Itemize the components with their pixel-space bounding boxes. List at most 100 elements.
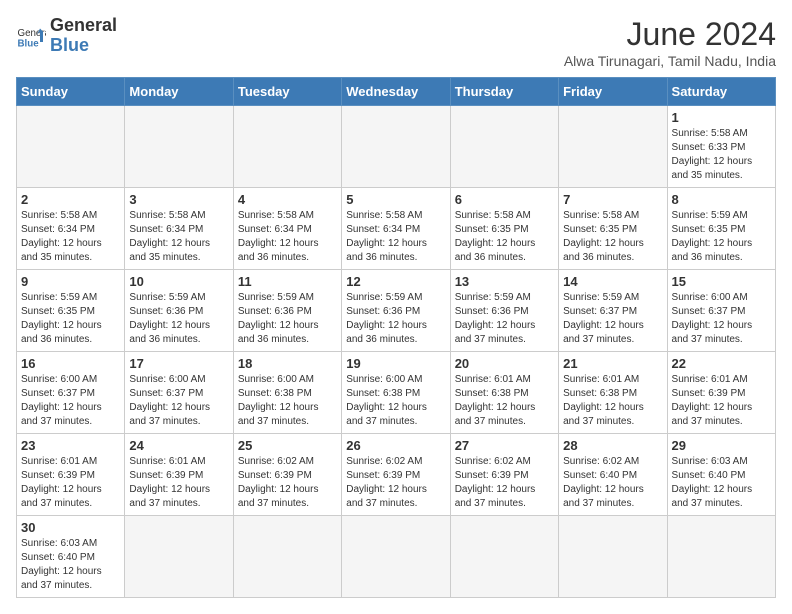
calendar-cell bbox=[450, 516, 558, 598]
day-number: 4 bbox=[238, 192, 337, 207]
calendar-cell: 25 Sunrise: 6:02 AM Sunset: 6:39 PM Dayli… bbox=[233, 434, 341, 516]
calendar-cell bbox=[342, 516, 450, 598]
calendar-cell bbox=[125, 516, 233, 598]
calendar-title: June 2024 bbox=[564, 16, 776, 53]
weekday-header-friday: Friday bbox=[559, 78, 667, 106]
day-info: Sunrise: 6:03 AM Sunset: 6:40 PM Dayligh… bbox=[21, 537, 120, 593]
day-number: 1 bbox=[672, 110, 771, 125]
weekday-header-row: SundayMondayTuesdayWednesdayThursdayFrid… bbox=[17, 78, 776, 106]
day-number: 15 bbox=[672, 274, 771, 289]
day-info: Sunrise: 5:58 AM Sunset: 6:34 PM Dayligh… bbox=[21, 209, 120, 265]
title-area: June 2024 Alwa Tirunagari, Tamil Nadu, I… bbox=[564, 16, 776, 69]
calendar-cell: 22Sunrise: 6:01 AM Sunset: 6:39 PM Dayli… bbox=[667, 352, 775, 434]
day-number: 10 bbox=[129, 274, 228, 289]
logo-icon: General Blue bbox=[16, 21, 46, 51]
calendar-cell: 19Sunrise: 6:00 AM Sunset: 6:38 PM Dayli… bbox=[342, 352, 450, 434]
day-info: Sunrise: 6:01 AM Sunset: 6:39 PM Dayligh… bbox=[21, 455, 120, 511]
day-info: Sunrise: 5:59 AM Sunset: 6:37 PM Dayligh… bbox=[563, 291, 662, 347]
calendar-cell bbox=[559, 106, 667, 188]
calendar-cell bbox=[125, 106, 233, 188]
day-info: Sunrise: 5:58 AM Sunset: 6:35 PM Dayligh… bbox=[455, 209, 554, 265]
day-info: Sunrise: 6:00 AM Sunset: 6:37 PM Dayligh… bbox=[672, 291, 771, 347]
calendar-cell: 10 Sunrise: 5:59 AM Sunset: 6:36 PM Dayli… bbox=[125, 270, 233, 352]
day-info: Sunrise: 5:59 AM Sunset: 6:36 PM Dayligh… bbox=[346, 291, 445, 347]
calendar-cell bbox=[559, 516, 667, 598]
weekday-header-thursday: Thursday bbox=[450, 78, 558, 106]
calendar-cell bbox=[233, 106, 341, 188]
calendar-cell: 8 Sunrise: 5:59 AM Sunset: 6:35 PM Daylig… bbox=[667, 188, 775, 270]
day-number: 11 bbox=[238, 274, 337, 289]
calendar-cell: 23 Sunrise: 6:01 AM Sunset: 6:39 PM Dayli… bbox=[17, 434, 125, 516]
calendar-cell: 3 Sunrise: 5:58 AM Sunset: 6:34 PM Daylig… bbox=[125, 188, 233, 270]
day-info: Sunrise: 6:02 AM Sunset: 6:39 PM Dayligh… bbox=[238, 455, 337, 511]
day-info: Sunrise: 6:01 AM Sunset: 6:39 PM Dayligh… bbox=[672, 373, 771, 429]
day-info: Sunrise: 6:03 AM Sunset: 6:40 PM Dayligh… bbox=[672, 455, 771, 511]
calendar-cell: 11Sunrise: 5:59 AM Sunset: 6:36 PM Dayli… bbox=[233, 270, 341, 352]
day-number: 6 bbox=[455, 192, 554, 207]
day-info: Sunrise: 6:00 AM Sunset: 6:37 PM Dayligh… bbox=[129, 373, 228, 429]
day-info: Sunrise: 5:58 AM Sunset: 6:33 PM Dayligh… bbox=[672, 127, 771, 183]
day-info: Sunrise: 5:58 AM Sunset: 6:34 PM Dayligh… bbox=[129, 209, 228, 265]
calendar-cell: 1 Sunrise: 5:58 AM Sunset: 6:33 PM Daylig… bbox=[667, 106, 775, 188]
day-info: Sunrise: 5:59 AM Sunset: 6:35 PM Dayligh… bbox=[21, 291, 120, 347]
calendar-cell: 13 Sunrise: 5:59 AM Sunset: 6:36 PM Dayli… bbox=[450, 270, 558, 352]
logo: General Blue General Blue bbox=[16, 16, 117, 56]
calendar-cell: 20 Sunrise: 6:01 AM Sunset: 6:38 PM Dayli… bbox=[450, 352, 558, 434]
week-row-3: 9 Sunrise: 5:59 AM Sunset: 6:35 PM Daylig… bbox=[17, 270, 776, 352]
calendar-cell: 29 Sunrise: 6:03 AM Sunset: 6:40 PM Dayli… bbox=[667, 434, 775, 516]
calendar-cell: 12 Sunrise: 5:59 AM Sunset: 6:36 PM Dayli… bbox=[342, 270, 450, 352]
day-number: 5 bbox=[346, 192, 445, 207]
calendar-cell: 9 Sunrise: 5:59 AM Sunset: 6:35 PM Daylig… bbox=[17, 270, 125, 352]
day-number: 17 bbox=[129, 356, 228, 371]
calendar-cell: 5 Sunrise: 5:58 AM Sunset: 6:34 PM Daylig… bbox=[342, 188, 450, 270]
day-info: Sunrise: 5:58 AM Sunset: 6:34 PM Dayligh… bbox=[238, 209, 337, 265]
calendar-cell: 7Sunrise: 5:58 AM Sunset: 6:35 PM Daylig… bbox=[559, 188, 667, 270]
day-number: 27 bbox=[455, 438, 554, 453]
calendar-cell: 15 Sunrise: 6:00 AM Sunset: 6:37 PM Dayli… bbox=[667, 270, 775, 352]
day-number: 13 bbox=[455, 274, 554, 289]
day-number: 21 bbox=[563, 356, 662, 371]
calendar-cell: 28 Sunrise: 6:02 AM Sunset: 6:40 PM Dayli… bbox=[559, 434, 667, 516]
calendar-cell bbox=[450, 106, 558, 188]
weekday-header-tuesday: Tuesday bbox=[233, 78, 341, 106]
day-info: Sunrise: 6:01 AM Sunset: 6:38 PM Dayligh… bbox=[455, 373, 554, 429]
calendar-cell: 17 Sunrise: 6:00 AM Sunset: 6:37 PM Dayli… bbox=[125, 352, 233, 434]
svg-text:Blue: Blue bbox=[18, 38, 40, 49]
day-number: 20 bbox=[455, 356, 554, 371]
calendar-cell bbox=[342, 106, 450, 188]
day-number: 3 bbox=[129, 192, 228, 207]
calendar-cell bbox=[667, 516, 775, 598]
day-number: 16 bbox=[21, 356, 120, 371]
day-info: Sunrise: 5:58 AM Sunset: 6:35 PM Dayligh… bbox=[563, 209, 662, 265]
day-number: 28 bbox=[563, 438, 662, 453]
day-info: Sunrise: 6:00 AM Sunset: 6:37 PM Dayligh… bbox=[21, 373, 120, 429]
day-number: 12 bbox=[346, 274, 445, 289]
calendar-cell: 18Sunrise: 6:00 AM Sunset: 6:38 PM Dayli… bbox=[233, 352, 341, 434]
week-row-6: 30Sunrise: 6:03 AM Sunset: 6:40 PM Dayli… bbox=[17, 516, 776, 598]
week-row-2: 2Sunrise: 5:58 AM Sunset: 6:34 PM Daylig… bbox=[17, 188, 776, 270]
calendar-cell: 4 Sunrise: 5:58 AM Sunset: 6:34 PM Daylig… bbox=[233, 188, 341, 270]
calendar-cell: 27Sunrise: 6:02 AM Sunset: 6:39 PM Dayli… bbox=[450, 434, 558, 516]
calendar-table: SundayMondayTuesdayWednesdayThursdayFrid… bbox=[16, 77, 776, 598]
day-number: 9 bbox=[21, 274, 120, 289]
day-info: Sunrise: 6:02 AM Sunset: 6:40 PM Dayligh… bbox=[563, 455, 662, 511]
weekday-header-sunday: Sunday bbox=[17, 78, 125, 106]
calendar-cell: 24Sunrise: 6:01 AM Sunset: 6:39 PM Dayli… bbox=[125, 434, 233, 516]
day-number: 25 bbox=[238, 438, 337, 453]
day-info: Sunrise: 5:58 AM Sunset: 6:34 PM Dayligh… bbox=[346, 209, 445, 265]
day-number: 29 bbox=[672, 438, 771, 453]
calendar-cell bbox=[233, 516, 341, 598]
week-row-5: 23 Sunrise: 6:01 AM Sunset: 6:39 PM Dayli… bbox=[17, 434, 776, 516]
day-number: 23 bbox=[21, 438, 120, 453]
day-info: Sunrise: 5:59 AM Sunset: 6:36 PM Dayligh… bbox=[129, 291, 228, 347]
calendar-cell: 14Sunrise: 5:59 AM Sunset: 6:37 PM Dayli… bbox=[559, 270, 667, 352]
calendar-subtitle: Alwa Tirunagari, Tamil Nadu, India bbox=[564, 53, 776, 69]
day-info: Sunrise: 5:59 AM Sunset: 6:35 PM Dayligh… bbox=[672, 209, 771, 265]
calendar-cell: 26Sunrise: 6:02 AM Sunset: 6:39 PM Dayli… bbox=[342, 434, 450, 516]
day-info: Sunrise: 6:00 AM Sunset: 6:38 PM Dayligh… bbox=[346, 373, 445, 429]
day-number: 8 bbox=[672, 192, 771, 207]
day-info: Sunrise: 5:59 AM Sunset: 6:36 PM Dayligh… bbox=[455, 291, 554, 347]
calendar-cell: 16 Sunrise: 6:00 AM Sunset: 6:37 PM Dayli… bbox=[17, 352, 125, 434]
day-info: Sunrise: 6:00 AM Sunset: 6:38 PM Dayligh… bbox=[238, 373, 337, 429]
logo-text: General Blue bbox=[50, 16, 117, 56]
